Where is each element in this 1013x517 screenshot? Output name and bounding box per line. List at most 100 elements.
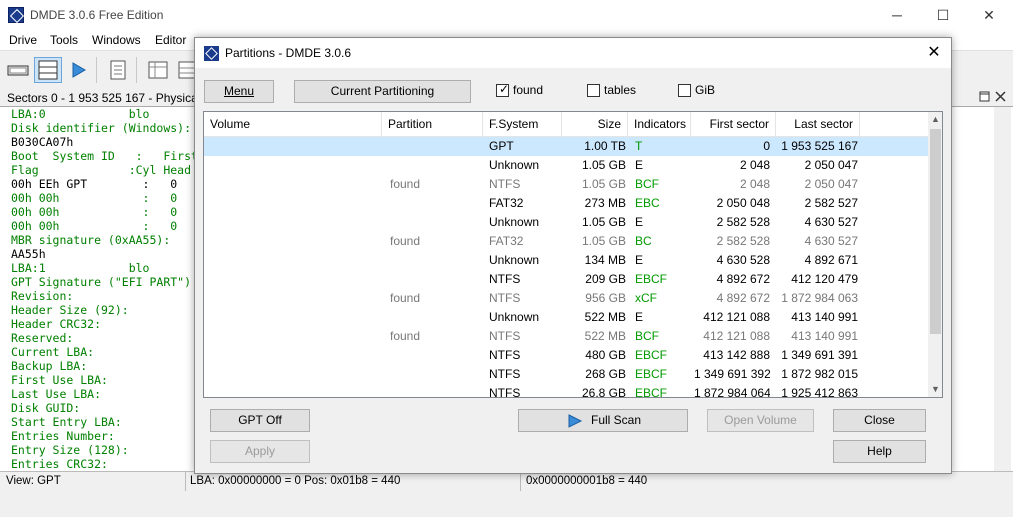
- partition-row[interactable]: DATANTFS268 GBEBCF1 349 691 3921 872 982…: [204, 365, 928, 384]
- first-sector-cell: 4 892 672: [716, 272, 770, 286]
- menu-button[interactable]: Menu: [204, 80, 274, 103]
- col-first-header[interactable]: First sector: [691, 112, 776, 137]
- col-indicators-header[interactable]: Indicators: [628, 112, 691, 137]
- tables-checkbox-label: tables: [604, 83, 637, 97]
- partitions-list[interactable]: Volume Partition F.System Size Indicator…: [203, 111, 943, 398]
- panel-controls-icons[interactable]: [952, 88, 1013, 107]
- scroll-thumb[interactable]: [930, 129, 941, 334]
- dialog-close-icon[interactable]: ✕: [923, 42, 945, 64]
- first-sector-cell: 2 582 528: [716, 234, 770, 248]
- partitions-button[interactable]: [34, 57, 62, 83]
- fs-cell: Unknown: [489, 253, 540, 267]
- last-sector-cell: 2 582 527: [804, 196, 858, 210]
- indicators-cell: E: [635, 215, 644, 229]
- size-cell: 209 GB: [585, 272, 626, 286]
- partition-row[interactable]: SYSTEM_DRVFAT32273 MBEBC2 050 0482 582 5…: [204, 194, 928, 213]
- col-last-header[interactable]: Last sector: [776, 112, 860, 137]
- menu-tools[interactable]: Tools: [50, 33, 78, 47]
- scroll-up-icon[interactable]: ▲: [928, 112, 942, 127]
- first-sector-cell: 2 048: [739, 158, 770, 172]
- found-checkbox-box[interactable]: ✓: [496, 82, 509, 97]
- dialog-title: Partitions - DMDE 3.0.6: [225, 46, 352, 60]
- size-cell: 268 GB: [585, 367, 626, 381]
- first-sector-cell: 4 892 672: [716, 291, 770, 305]
- help-button[interactable]: Help: [833, 440, 926, 463]
- scroll-down-icon[interactable]: ▼: [928, 382, 942, 397]
- minimize-button[interactable]: ─: [874, 0, 920, 30]
- drive-select-button[interactable]: [4, 57, 32, 83]
- indicators-cell: T: [635, 139, 643, 153]
- play-icon: [72, 62, 86, 78]
- document-icon: [110, 60, 126, 80]
- indicators-cell: BCF: [635, 177, 659, 191]
- partition-row[interactable]: ?MiUnknown134 MBE4 630 5284 892 671: [204, 251, 928, 270]
- close-button[interactable]: Close: [833, 409, 926, 432]
- size-cell: 1.05 GB: [581, 177, 626, 191]
- partition-row[interactable]: WINRE_DRVfoundNTFS1.05 GBBCF2 0482 050 0…: [204, 175, 928, 194]
- maximize-button[interactable]: ☐: [920, 0, 966, 30]
- sector-line: Boot System ID : First: [11, 149, 196, 163]
- first-sector-cell: 2 050 048: [716, 196, 770, 210]
- col-partition-header[interactable]: Partition: [382, 112, 483, 137]
- sector-line: Flag :Cyl Head: [11, 163, 192, 177]
- gpt-off-button[interactable]: GPT Off: [210, 409, 310, 432]
- fs-cell: FAT32: [489, 196, 524, 210]
- list-scrollbar[interactable]: ▲ ▼: [928, 112, 942, 397]
- current-partitioning-button[interactable]: Current Partitioning: [294, 80, 471, 103]
- col-volume-header[interactable]: Volume: [204, 112, 382, 137]
- full-scan-button[interactable]: Full Scan: [518, 409, 688, 432]
- menu-editor[interactable]: Editor: [155, 33, 186, 47]
- partition-row[interactable]: LRS_ESPfoundFAT321.05 GBBC2 582 5284 630…: [204, 232, 928, 251]
- first-sector-cell: 412 121 088: [703, 310, 770, 324]
- fs-cell: NTFS: [489, 177, 521, 191]
- fs-cell: NTFS: [489, 329, 521, 343]
- sector-line: Disk identifier (Windows):: [11, 121, 192, 135]
- sector-line: Entry Size (128):: [11, 443, 129, 457]
- partition-row[interactable]: Windows8_OSNTFS209 GBEBCF4 892 672412 12…: [204, 270, 928, 289]
- sector-line: Reserved:: [11, 331, 74, 345]
- status-divider: [520, 472, 521, 492]
- fs-cell: NTFS: [489, 386, 521, 398]
- partition-row[interactable]: ?BaUnknown1.05 GBE2 582 5284 630 527: [204, 213, 928, 232]
- sector-lines[interactable]: LBA:0 blo Disk identifier (Windows): B030C…: [11, 107, 196, 471]
- indicators-cell: EBCF: [635, 386, 668, 398]
- col-fs-header[interactable]: F.System: [483, 112, 562, 137]
- sector-line: Revision:: [11, 289, 74, 303]
- last-sector-cell: 1 925 412 863: [781, 386, 858, 398]
- col-size-header[interactable]: Size: [562, 112, 628, 137]
- partition-row[interactable]: ?Unknown522 MBE412 121 088413 140 991: [204, 308, 928, 327]
- indicators-cell: EBCF: [635, 348, 668, 362]
- sector-line: 00h 00h : 0: [11, 191, 178, 205]
- sector-line: Disk GUID:: [11, 401, 81, 415]
- partition-row[interactable]: ?BaUnknown1.05 GBE2 0482 050 047: [204, 156, 928, 175]
- play-button[interactable]: [64, 57, 92, 83]
- partition-row[interactable]: Physical Drive 0 - 1.00 TB - ...GPT1.00 …: [204, 137, 928, 156]
- gib-checkbox-box[interactable]: [678, 84, 691, 97]
- tables-checkbox-box[interactable]: [587, 84, 600, 97]
- sector-editor-button[interactable]: [104, 57, 132, 83]
- first-sector-cell: 413 142 888: [703, 348, 770, 362]
- last-sector-cell: 413 140 991: [791, 310, 858, 324]
- sector-line: LBA:0 blo: [11, 107, 150, 121]
- close-window-button[interactable]: ✕: [966, 0, 1012, 30]
- fs-cell: NTFS: [489, 272, 521, 286]
- sector-scrollbar[interactable]: [994, 107, 1011, 471]
- status-divider: [185, 472, 186, 492]
- toolbar-separator: [96, 57, 97, 83]
- open-volume-button[interactable]: Open Volume: [707, 409, 814, 432]
- sector-line: Last Use LBA:: [11, 387, 102, 401]
- apply-button[interactable]: Apply: [210, 440, 310, 463]
- first-sector-cell: 1 872 984 064: [694, 386, 770, 398]
- status-view: View: GPT: [6, 475, 61, 487]
- sector-line: GPT Signature ("EFI PART"): [11, 275, 192, 289]
- template-button[interactable]: [144, 57, 172, 83]
- partition-row[interactable]: LENOVONTFS26.8 GBEBCF1 872 984 0641 925 …: [204, 384, 928, 398]
- menu-drive[interactable]: Drive: [9, 33, 37, 47]
- app-title-bar: DMDE 3.0.6 Free Edition ─ ☐ ✕: [0, 0, 1013, 30]
- partition-row[interactable]: $Noname 05foundNTFS522 MBBCF412 121 0884…: [204, 327, 928, 346]
- menu-windows[interactable]: Windows: [92, 33, 141, 47]
- partition-row[interactable]: VMNTFS480 GBEBCF413 142 8881 349 691 391: [204, 346, 928, 365]
- partition-row[interactable]: Windows8_OSfoundNTFS956 GBxCF4 892 6721 …: [204, 289, 928, 308]
- fs-cell: NTFS: [489, 367, 521, 381]
- last-sector-cell: 1 872 984 063: [781, 291, 858, 305]
